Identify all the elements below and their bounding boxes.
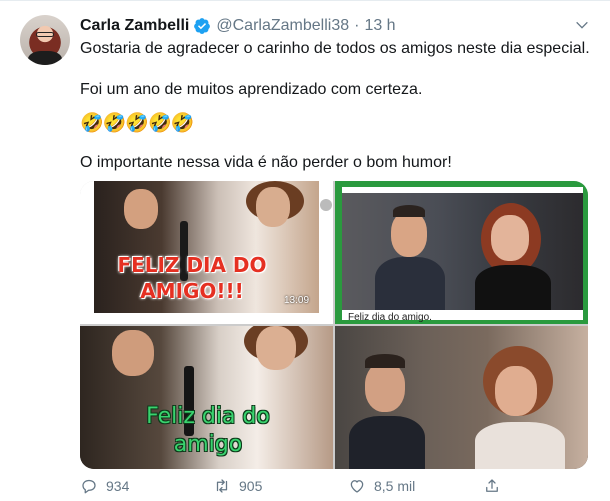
media-grid: FELIZ DIA DO AMIGO!!! 13:09 Feliz dia do… xyxy=(80,181,588,469)
person-face xyxy=(365,362,405,412)
person-face xyxy=(124,189,158,229)
person-clothing xyxy=(475,265,551,310)
overlay-line: Feliz dia do xyxy=(146,404,270,429)
timestamp-link[interactable]: 13 h xyxy=(364,17,395,35)
reply-icon xyxy=(82,479,96,494)
author-handle[interactable]: @CarlaZambelli38 xyxy=(216,17,349,35)
separator-dot: · xyxy=(354,17,360,34)
person-face xyxy=(391,211,427,257)
person-face xyxy=(112,330,154,376)
overlay-line: FELIZ DIA DO xyxy=(117,253,267,277)
person-suit xyxy=(375,257,445,310)
overlay-line: AMIGO!!! xyxy=(140,279,244,303)
author-name[interactable]: Carla Zambelli xyxy=(80,17,189,35)
tweet-text-line: Foi um ano de muitos aprendizado com cer… xyxy=(80,81,423,98)
person-face xyxy=(256,187,290,227)
media-image-4[interactable] xyxy=(335,326,588,469)
overlay-text: Feliz dia do amigo xyxy=(128,403,288,459)
tweet-emoji-line: 🤣🤣🤣🤣🤣 xyxy=(80,113,194,134)
image-caption: Feliz dia do amigo. xyxy=(348,312,432,323)
person-dress xyxy=(475,422,565,469)
reply-button[interactable]: 934 xyxy=(80,477,129,495)
image-timestamp: 13:09 xyxy=(284,295,310,306)
media-image-2[interactable]: Feliz dia do amigo. xyxy=(335,181,588,324)
person-hair xyxy=(365,354,405,368)
verified-badge-icon xyxy=(194,18,211,34)
person-face xyxy=(491,215,529,261)
retweet-icon xyxy=(216,479,228,493)
tweet-header: Carla Zambelli @CarlaZambelli38 · 13 h xyxy=(80,15,396,37)
person-suit xyxy=(349,416,425,469)
media-image-3[interactable]: Feliz dia do amigo xyxy=(80,326,333,469)
action-bar: 934 905 8,5 mil xyxy=(80,477,580,499)
tweet[interactable]: Carla Zambelli @CarlaZambelli38 · 13 h G… xyxy=(0,0,610,501)
corner-icon xyxy=(320,199,332,211)
share-button[interactable] xyxy=(483,477,509,495)
person-face xyxy=(495,366,537,416)
share-icon xyxy=(486,479,498,492)
overlay-line: amigo xyxy=(173,432,243,457)
retweet-button[interactable]: 905 xyxy=(213,477,262,495)
like-icon xyxy=(350,480,364,493)
tweet-text-line: O importante nessa vida é não perder o b… xyxy=(80,154,452,171)
overlay-text: FELIZ DIA DO AMIGO!!! xyxy=(116,252,268,304)
reply-count: 934 xyxy=(106,478,130,494)
avatar-glasses xyxy=(36,32,54,37)
avatar[interactable] xyxy=(20,15,70,65)
chevron-down-icon[interactable] xyxy=(574,17,590,33)
person-face xyxy=(256,326,296,370)
avatar-shirt xyxy=(28,51,62,65)
like-count: 8,5 mil xyxy=(374,478,416,494)
media-image-1[interactable]: FELIZ DIA DO AMIGO!!! 13:09 xyxy=(80,181,333,324)
retweet-count: 905 xyxy=(239,478,263,494)
person-hair xyxy=(393,205,425,217)
like-button[interactable]: 8,5 mil xyxy=(348,477,415,495)
tweet-text-line: Gostaria de agradecer o carinho de todos… xyxy=(80,40,590,57)
